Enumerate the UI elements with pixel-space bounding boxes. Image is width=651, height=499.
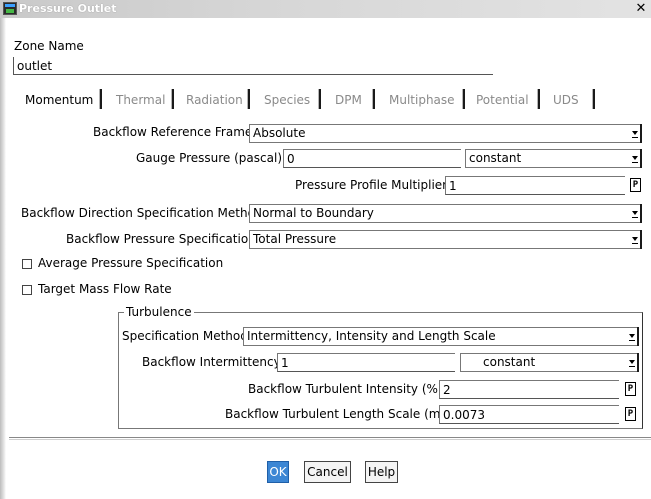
target-mass-flow-checkbox[interactable] [22, 285, 32, 295]
pressure-profile-multiplier-label: Pressure Profile Multiplier [295, 178, 448, 192]
tab-momentum[interactable]: Momentum [25, 92, 93, 108]
window-title: Pressure Outlet [19, 2, 117, 15]
backflow-intermittency-label: Backflow Intermittency [142, 355, 281, 369]
divider [9, 439, 651, 440]
backflow-intermittency-method-dropdown[interactable]: constant [460, 353, 639, 372]
backflow-reference-frame-label: Backflow Reference Frame [93, 125, 253, 139]
dropdown-value: Absolute [253, 126, 306, 140]
zone-name-label: Zone Name [14, 39, 84, 53]
backflow-intermittency-input[interactable] [277, 353, 455, 372]
turbulent-length-scale-label: Backflow Turbulent Length Scale (m) [225, 407, 446, 421]
cancel-button[interactable]: Cancel [304, 461, 351, 483]
average-pressure-checkbox[interactable] [22, 259, 32, 269]
parameter-button[interactable]: P [630, 178, 641, 192]
tab-separator [318, 89, 321, 109]
turbulent-intensity-label: Backflow Turbulent Intensity (%) [248, 382, 443, 396]
close-icon[interactable]: ✕ [633, 1, 649, 17]
tab-uds[interactable]: UDS [553, 92, 579, 108]
turbulent-intensity-input[interactable] [439, 380, 619, 399]
window-border [0, 18, 6, 499]
gauge-pressure-label: Gauge Pressure (pascal) [136, 151, 282, 165]
tab-separator [171, 89, 174, 109]
ok-button[interactable]: OK [267, 461, 289, 483]
tab-separator [247, 89, 250, 109]
turbulence-group-label: Turbulence [124, 305, 194, 319]
backflow-reference-frame-dropdown[interactable]: Absolute [249, 124, 642, 143]
backflow-direction-dropdown[interactable]: Normal to Boundary [249, 204, 642, 223]
target-mass-flow-label: Target Mass Flow Rate [38, 282, 172, 296]
tab-separator [462, 89, 465, 109]
divider [9, 437, 651, 438]
parameter-button[interactable]: P [625, 382, 636, 396]
average-pressure-label: Average Pressure Specification [38, 256, 224, 270]
specification-method-label: Specification Method [122, 329, 248, 343]
tab-separator [537, 89, 540, 109]
pressure-profile-multiplier-input[interactable] [445, 176, 625, 195]
turbulent-length-scale-input[interactable] [439, 405, 619, 424]
tab-radiation[interactable]: Radiation [186, 92, 243, 108]
gauge-pressure-method-dropdown[interactable]: constant [465, 149, 642, 168]
dropdown-value: Intermittency, Intensity and Length Scal… [247, 329, 496, 343]
tab-separator [592, 89, 595, 109]
backflow-pressure-spec-dropdown[interactable]: Total Pressure [249, 230, 642, 249]
dropdown-value: Total Pressure [253, 232, 337, 246]
tab-separator [372, 89, 375, 109]
tab-species[interactable]: Species [264, 92, 310, 108]
tab-potential[interactable]: Potential [476, 92, 529, 108]
tab-separator [99, 89, 102, 109]
app-icon [3, 2, 17, 15]
tab-thermal[interactable]: Thermal [116, 92, 165, 108]
backflow-direction-label: Backflow Direction Specification Method [21, 206, 263, 220]
zone-name-input[interactable] [13, 57, 493, 75]
parameter-button[interactable]: P [625, 407, 636, 421]
backflow-pressure-spec-label: Backflow Pressure Specification [66, 232, 256, 246]
gauge-pressure-input[interactable] [283, 149, 461, 168]
dropdown-value: constant [483, 355, 536, 369]
specification-method-dropdown[interactable]: Intermittency, Intensity and Length Scal… [243, 327, 639, 346]
dropdown-value: constant [469, 151, 522, 165]
dropdown-value: Normal to Boundary [253, 206, 374, 220]
tab-dpm[interactable]: DPM [335, 92, 362, 108]
help-button[interactable]: Help [365, 461, 398, 483]
tab-multiphase[interactable]: Multiphase [389, 92, 455, 108]
